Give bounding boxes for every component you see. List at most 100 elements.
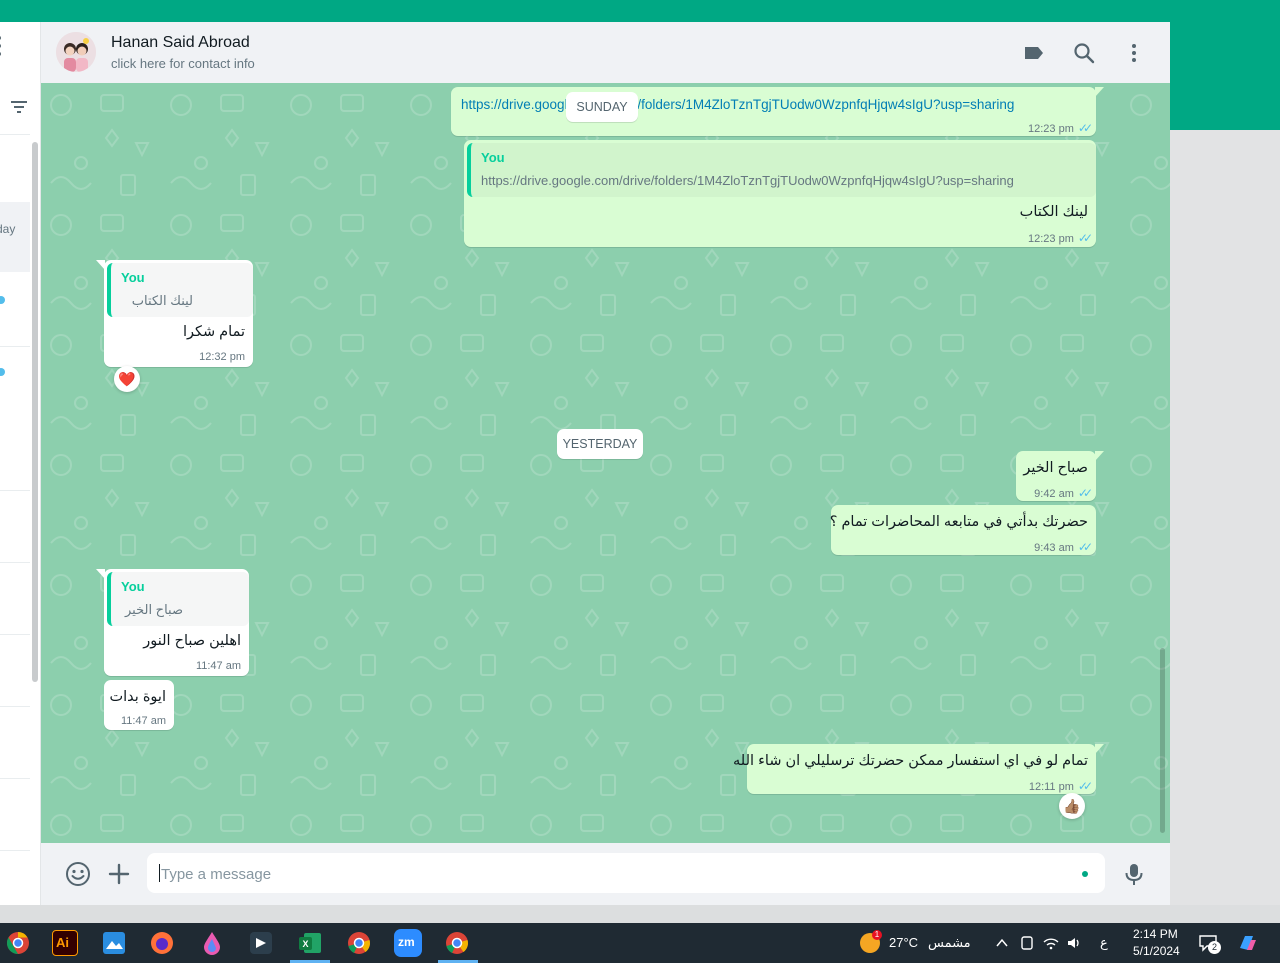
- message-time: 11:47 am: [120, 715, 166, 727]
- clock-time[interactable]: 2:14 PM: [1133, 927, 1178, 941]
- emoji-icon[interactable]: [65, 861, 91, 887]
- divider: [0, 850, 30, 851]
- quoted-message[interactable]: You لينك الكتاب: [107, 263, 253, 317]
- clock-date[interactable]: 5/1/2024: [1133, 944, 1180, 958]
- quote-author: You: [121, 270, 145, 285]
- menu-icon[interactable]: [0, 36, 3, 64]
- background-panel: [1170, 130, 1280, 905]
- message-meta: 9:43 am ✓✓: [1034, 540, 1093, 554]
- message-scrollbar[interactable]: [1160, 648, 1165, 833]
- input-language[interactable]: ع: [1100, 935, 1108, 951]
- divider: [0, 134, 30, 135]
- read-receipt-icon: ✓✓: [1077, 779, 1093, 793]
- unread-dot: [0, 368, 5, 376]
- message-link[interactable]: https://drive.google.com/drive/folders/1…: [461, 97, 1014, 112]
- excel-icon[interactable]: X: [296, 929, 324, 957]
- quote-author: You: [481, 150, 505, 165]
- read-receipt-icon: ✓✓: [1077, 486, 1093, 500]
- wifi-icon[interactable]: [1043, 935, 1059, 951]
- read-receipt-icon: ✓✓: [1077, 121, 1093, 135]
- message-outgoing[interactable]: You https://drive.google.com/drive/folde…: [464, 140, 1096, 247]
- message-list[interactable]: https://drive.google.com/drive/folders/1…: [41, 83, 1170, 843]
- status-dot: [1082, 871, 1088, 877]
- message-text: اهلين صباح النور: [143, 633, 241, 649]
- illustrator-label: Ai: [56, 935, 69, 950]
- message-incoming[interactable]: You لينك الكتاب تمام شكرا 12:32 pm: [96, 260, 253, 367]
- quoted-message[interactable]: You https://drive.google.com/drive/folde…: [467, 143, 1096, 197]
- quote-author: You: [121, 579, 145, 594]
- message-meta: 12:23 pm ✓✓: [1028, 121, 1093, 135]
- more-vertical-icon[interactable]: [1122, 41, 1146, 65]
- message-text: صباح الخير: [1023, 460, 1088, 476]
- message-time: 12:23 pm: [1028, 233, 1074, 245]
- chevron-up-icon[interactable]: [995, 936, 1009, 950]
- message-time: 12:23 pm: [1028, 123, 1074, 135]
- message-outgoing[interactable]: https://drive.google.com/drive/folders/1…: [451, 87, 1104, 136]
- chat-header[interactable]: Hanan Said Abroad click here for contact…: [41, 22, 1170, 84]
- message-text: تمام شكرا: [182, 324, 245, 340]
- message-outgoing[interactable]: تمام لو في اي استفسار ممكن حضرتك ترسليلي…: [733, 744, 1104, 794]
- paint-icon[interactable]: [100, 929, 128, 957]
- divider: [0, 562, 30, 563]
- search-icon[interactable]: [1072, 41, 1096, 65]
- chrome-active-icon[interactable]: [443, 929, 471, 957]
- microphone-icon[interactable]: [1121, 861, 1147, 887]
- chrome-icon[interactable]: [345, 929, 373, 957]
- drop-icon[interactable]: [198, 929, 226, 957]
- message-text: حضرتك بدأتي في متابعه المحاضرات تمام ؟: [829, 514, 1088, 530]
- volume-icon[interactable]: [1066, 935, 1082, 951]
- capcut-icon[interactable]: [247, 929, 275, 957]
- message-input[interactable]: [159, 853, 1063, 895]
- message-outgoing[interactable]: صباح الخير 9:42 am ✓✓: [1016, 451, 1104, 501]
- chat-list-scrollbar[interactable]: [32, 142, 38, 682]
- date-separator: SUNDAY: [566, 92, 638, 122]
- divider: [0, 490, 30, 491]
- background-bottom: [0, 905, 1280, 923]
- date-separator: YESTERDAY: [557, 429, 643, 459]
- window-top-band: [0, 0, 1280, 22]
- weather-text[interactable]: مشمس: [928, 935, 971, 951]
- divider: [0, 706, 30, 707]
- reaction-badge[interactable]: 👍🏽: [1059, 793, 1085, 819]
- read-receipt-icon: ✓✓: [1077, 540, 1093, 554]
- contact-info-hint[interactable]: click here for contact info: [111, 56, 255, 71]
- message-input-box[interactable]: [147, 853, 1105, 895]
- contact-name[interactable]: Hanan Said Abroad: [111, 34, 250, 52]
- chat-list-item-text: day: [0, 222, 16, 236]
- weather-badge: 1: [872, 930, 882, 940]
- label-icon[interactable]: [1022, 41, 1046, 65]
- divider: [0, 778, 30, 779]
- meet-now-icon[interactable]: [1020, 934, 1034, 952]
- message-meta: 9:42 am ✓✓: [1034, 486, 1093, 500]
- avatar[interactable]: [56, 32, 96, 72]
- divider: [0, 346, 30, 347]
- illustrator-icon[interactable]: Ai: [52, 930, 78, 956]
- message-time: 11:47 am: [195, 660, 241, 672]
- message-outgoing[interactable]: حضرتك بدأتي في متابعه المحاضرات تمام ؟ 9…: [829, 505, 1096, 555]
- taskbar: Ai X zm 1 27°C مشمس ع 2:14 PM 5/1/2024 2: [0, 923, 1280, 963]
- background-accent: [1170, 22, 1280, 130]
- reaction-badge[interactable]: ❤️: [114, 366, 140, 392]
- quoted-message[interactable]: You صباح الخير: [107, 572, 249, 626]
- message-incoming[interactable]: You صباح الخير اهلين صباح النور 11:47 am: [96, 569, 249, 676]
- text-caret: [159, 864, 160, 882]
- composer: [41, 843, 1170, 905]
- message-time: 12:11 pm: [1028, 781, 1074, 793]
- zoom-icon[interactable]: zm: [394, 929, 422, 957]
- divider: [0, 634, 30, 635]
- filter-icon[interactable]: [10, 100, 28, 114]
- notification-count: 2: [1208, 941, 1221, 954]
- chat-list-item-selected[interactable]: [0, 202, 30, 272]
- message-text: تمام لو في اي استفسار ممكن حضرتك ترسليلي…: [733, 753, 1088, 769]
- quote-text: لينك الكتاب: [131, 293, 193, 308]
- copilot-icon[interactable]: [1237, 932, 1259, 954]
- firefox-icon[interactable]: [148, 929, 176, 957]
- message-meta: 12:23 pm ✓✓: [1028, 231, 1093, 245]
- message-incoming[interactable]: ايوة بدات 11:47 am: [104, 680, 174, 730]
- message-time: 9:42 am: [1034, 488, 1074, 500]
- message-time: 12:32 pm: [199, 351, 245, 363]
- quote-text: صباح الخير: [125, 602, 183, 617]
- plus-icon[interactable]: [106, 861, 132, 887]
- chrome-profile-icon[interactable]: [4, 929, 32, 957]
- temperature[interactable]: 27°C: [889, 935, 918, 950]
